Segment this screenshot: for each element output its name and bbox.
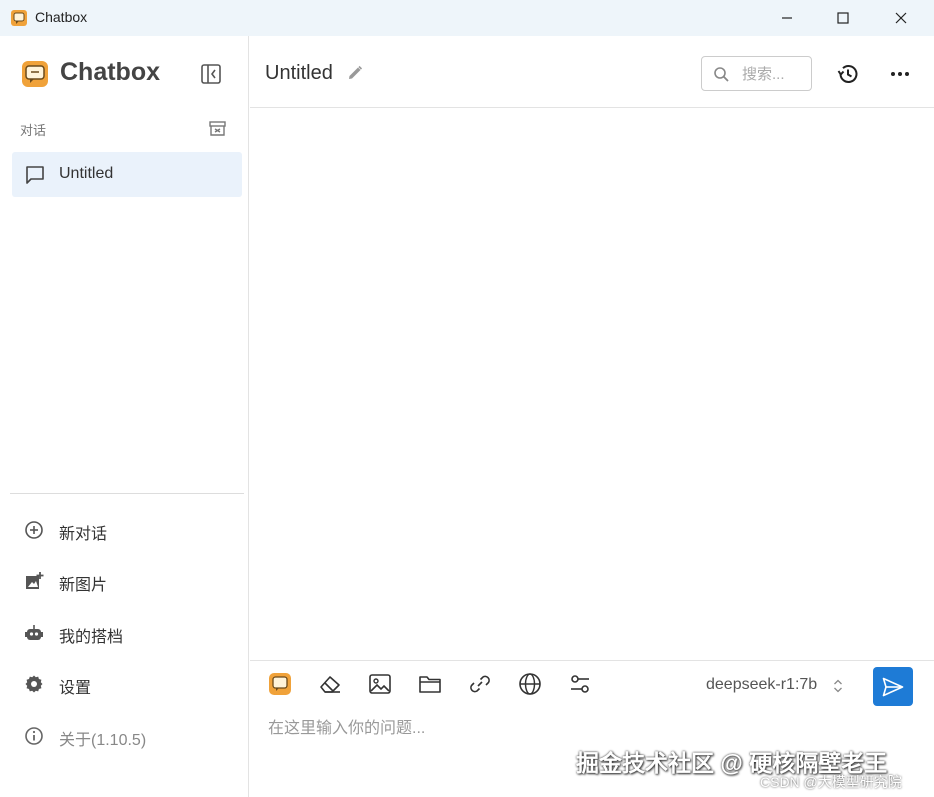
sidebar: Chatbox 对话 Untitled 新对话 新图片 我的搭档 设置 关于(1… [0, 36, 249, 797]
new-image-button[interactable]: 新图片 [12, 561, 242, 601]
add-circle-icon [25, 521, 43, 539]
image-icon [369, 674, 391, 694]
maximize-button[interactable] [820, 0, 866, 36]
chatbox-logo-icon [22, 61, 48, 87]
attach-link-button[interactable] [467, 671, 493, 697]
attach-file-button[interactable] [417, 671, 443, 697]
session-item-untitled[interactable]: Untitled [12, 152, 242, 197]
message-list [250, 108, 934, 660]
add-photo-icon [26, 572, 44, 589]
edit-pencil-icon[interactable] [346, 64, 364, 82]
archive-icon[interactable] [208, 119, 227, 138]
maximize-icon [837, 12, 849, 24]
chevron-up-down-icon[interactable] [832, 677, 844, 695]
sidebar-divider [10, 493, 244, 494]
my-copilots-button[interactable]: 我的搭档 [12, 613, 242, 653]
search-icon [714, 67, 729, 82]
eraser-icon [320, 676, 340, 693]
chat-title: Untitled [265, 62, 333, 84]
new-chat-button[interactable]: 新对话 [12, 510, 242, 550]
more-options-icon[interactable] [888, 62, 912, 86]
copilot-tool-button[interactable] [267, 671, 293, 697]
globe-icon [519, 673, 541, 695]
minimize-icon [782, 17, 792, 19]
robot-icon [25, 625, 43, 640]
close-icon [895, 12, 907, 24]
settings-label: 设置 [59, 680, 92, 697]
collapse-sidebar-icon[interactable] [200, 63, 222, 85]
message-input[interactable] [268, 717, 908, 741]
about-button[interactable]: 关于(1.10.5) [12, 716, 242, 756]
search-box[interactable] [701, 56, 812, 91]
search-input[interactable] [742, 65, 804, 83]
chat-settings-button[interactable] [567, 671, 593, 697]
window-title: Chatbox [35, 9, 88, 25]
link-icon [470, 675, 490, 693]
session-label: Untitled [59, 165, 114, 182]
send-button[interactable] [873, 667, 913, 706]
chatbox-logo-icon [269, 673, 291, 695]
model-selector[interactable]: deepseek-r1:7b [706, 676, 817, 694]
sliders-icon [571, 675, 589, 693]
title-bar: Chatbox [0, 0, 934, 36]
web-search-button[interactable] [517, 671, 543, 697]
info-icon [25, 727, 43, 745]
history-icon[interactable] [836, 62, 860, 86]
send-icon [882, 677, 904, 697]
chatbox-app-icon [11, 10, 27, 26]
new-image-label: 新图片 [59, 577, 108, 594]
my-copilots-label: 我的搭档 [59, 629, 124, 646]
gear-icon [25, 675, 43, 693]
chat-bubble-icon [26, 166, 44, 184]
folder-icon [419, 676, 441, 693]
conversations-label: 对话 [20, 123, 47, 138]
minimize-button[interactable] [764, 0, 810, 36]
about-label: 关于(1.10.5) [59, 732, 147, 749]
attach-image-button[interactable] [367, 671, 393, 697]
watermark-sub: CSDN @大模型研究院 [760, 774, 902, 790]
new-chat-label: 新对话 [59, 526, 108, 543]
clear-button[interactable] [317, 671, 343, 697]
app-logo-text: Chatbox [60, 58, 160, 86]
chat-header: Untitled [250, 36, 934, 108]
close-button[interactable] [878, 0, 924, 36]
settings-button[interactable]: 设置 [12, 664, 242, 704]
